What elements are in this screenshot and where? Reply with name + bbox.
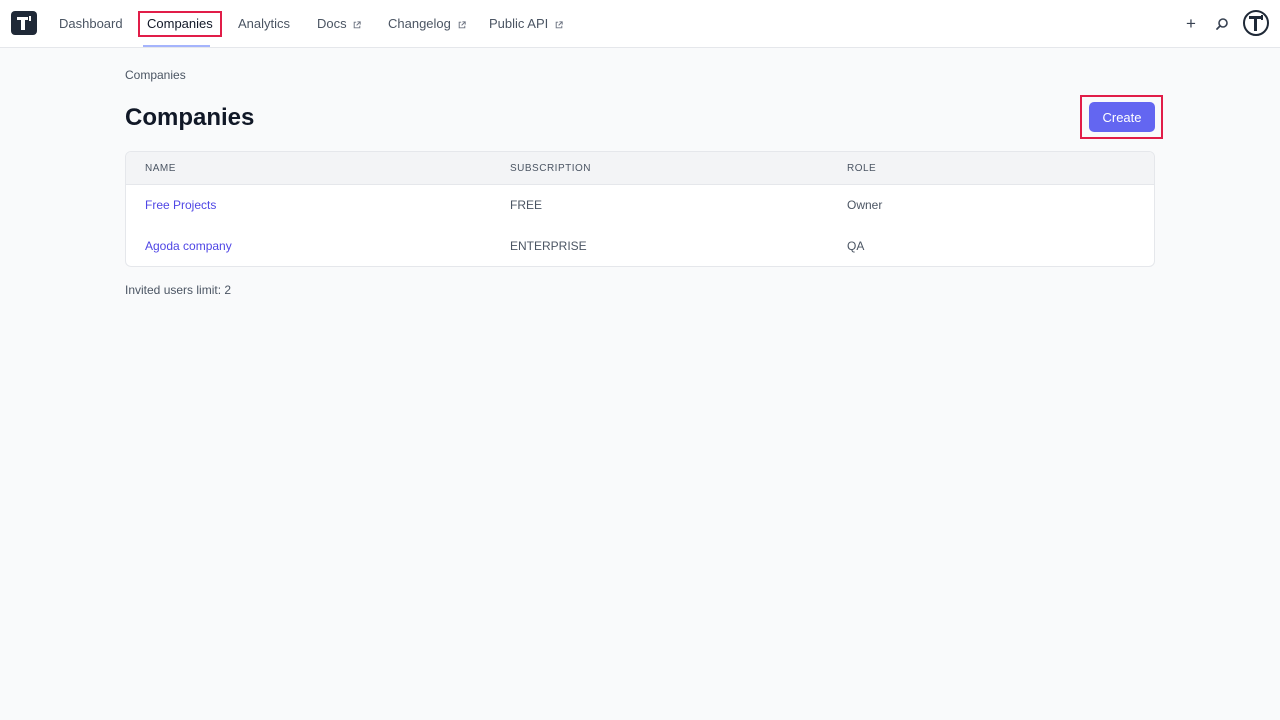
external-link-icon [555, 21, 563, 29]
nav-dashboard[interactable]: Dashboard [59, 0, 123, 48]
avatar-icon[interactable] [1243, 10, 1269, 36]
table-row: Free Projects FREE Owner [126, 185, 1154, 226]
external-link-icon [353, 21, 361, 29]
plus-icon[interactable]: + [1184, 14, 1198, 34]
page-title: Companies [125, 104, 255, 131]
lens-icon[interactable] [1214, 16, 1230, 32]
companies-table: NAME SUBSCRIPTION ROLE Free Projects FRE… [125, 151, 1155, 267]
nav-changelog[interactable]: Changelog [388, 0, 466, 48]
company-link[interactable]: Free Projects [145, 198, 216, 213]
nav-public-api[interactable]: Public API [489, 0, 563, 48]
table-row: Agoda company ENTERPRISE QA [126, 226, 1154, 266]
active-tab-indicator [143, 45, 210, 47]
create-button-highlight: Create [1080, 95, 1163, 139]
invited-users-limit: Invited users limit: 2 [125, 283, 232, 297]
nav-docs[interactable]: Docs [317, 0, 361, 48]
column-header-name: NAME [145, 163, 176, 174]
column-header-subscription: SUBSCRIPTION [510, 163, 592, 174]
top-navigation-bar: Dashboard Companies Analytics Docs Chang… [0, 0, 1280, 48]
app-logo-icon[interactable] [11, 11, 37, 35]
subscription-cell: ENTERPRISE [510, 239, 587, 253]
create-button[interactable]: Create [1089, 102, 1155, 132]
nav-companies[interactable]: Companies [138, 0, 222, 48]
breadcrumb: Companies [125, 68, 186, 82]
role-cell: Owner [847, 198, 883, 212]
table-header: NAME SUBSCRIPTION ROLE [126, 152, 1154, 185]
nav-analytics[interactable]: Analytics [238, 0, 290, 48]
nav-companies-label: Companies [138, 11, 222, 37]
external-link-icon [458, 21, 466, 29]
column-header-role: ROLE [847, 163, 877, 174]
subscription-cell: FREE [510, 198, 543, 212]
role-cell: QA [847, 239, 865, 253]
company-link[interactable]: Agoda company [145, 239, 232, 254]
